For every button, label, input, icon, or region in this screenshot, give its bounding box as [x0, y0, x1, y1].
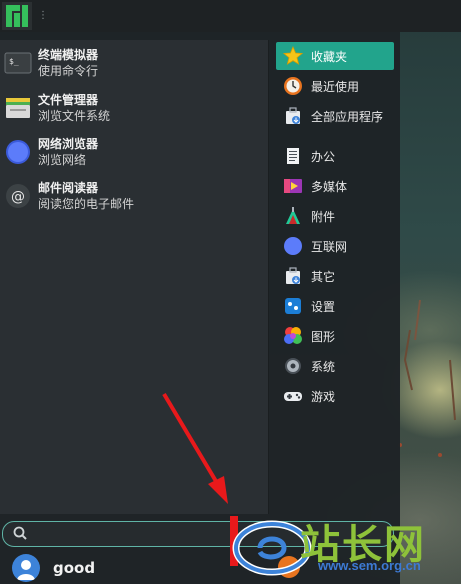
- app-item-file-manager[interactable]: 文件管理器 浏览文件系统: [4, 87, 262, 129]
- internet-icon: [284, 237, 302, 255]
- manjaro-logo-icon: [6, 5, 28, 27]
- category-all-apps[interactable]: 全部应用程序: [276, 102, 394, 130]
- category-favorites[interactable]: 收藏夹: [276, 42, 394, 70]
- category-label: 全部应用程序: [311, 109, 384, 124]
- other-icon: [286, 267, 300, 284]
- app-description: 浏览文件系统: [38, 108, 111, 123]
- category-label: 其它: [311, 269, 336, 284]
- red-arrow-annotation: [162, 392, 228, 504]
- avatar-person-icon: [17, 560, 35, 580]
- svg-text:$_: $_: [9, 57, 19, 66]
- category-label: 系统: [311, 359, 336, 374]
- panel-separator-icon: ⋮: [38, 10, 48, 21]
- category-settings[interactable]: 设置: [276, 292, 394, 320]
- app-item-mail[interactable]: @ 邮件阅读器 阅读您的电子邮件: [4, 175, 262, 217]
- app-description: 阅读您的电子邮件: [38, 196, 135, 211]
- svg-text:@: @: [11, 189, 25, 205]
- category-office[interactable]: 办公: [276, 142, 394, 170]
- app-description: 浏览网络: [38, 152, 87, 167]
- terminal-icon: $_: [4, 52, 32, 74]
- category-label: 最近使用: [311, 79, 360, 94]
- app-name: 文件管理器: [38, 92, 99, 107]
- app-name: 网络浏览器: [38, 136, 99, 151]
- category-label: 附件: [311, 209, 336, 224]
- app-item-web-browser[interactable]: 网络浏览器 浏览网络: [4, 131, 262, 173]
- category-accessories[interactable]: 附件: [276, 202, 394, 230]
- username: good: [53, 559, 96, 577]
- category-internet[interactable]: 互联网: [276, 232, 394, 260]
- graphics-icon: [284, 327, 302, 344]
- recent-icon: [284, 77, 302, 95]
- search-icon: [13, 526, 27, 540]
- star-icon: [283, 46, 303, 65]
- category-label: 办公: [311, 149, 336, 164]
- web-browser-icon: [6, 140, 30, 164]
- category-label: 图形: [311, 329, 336, 344]
- category-multimedia[interactable]: 多媒体: [276, 172, 394, 200]
- app-description: 使用命令行: [38, 63, 99, 78]
- menu-button[interactable]: [2, 2, 32, 30]
- system-icon: [285, 358, 301, 374]
- user-avatar-icon[interactable]: [12, 554, 40, 582]
- app-item-terminal[interactable]: $_ 终端模拟器 使用命令行: [4, 42, 262, 84]
- category-label: 互联网: [311, 239, 348, 254]
- category-graphics[interactable]: 图形: [276, 322, 394, 350]
- category-label: 设置: [311, 299, 336, 314]
- watermark-url: www.sem.org.cn: [318, 558, 421, 573]
- top-panel: ⋮: [0, 0, 461, 32]
- accessories-icon: [286, 207, 300, 224]
- app-name: 终端模拟器: [38, 47, 99, 62]
- mail-icon: @: [6, 184, 30, 208]
- category-games[interactable]: 游戏: [276, 382, 394, 410]
- settings-icon: [285, 298, 301, 314]
- category-label: 游戏: [311, 389, 336, 404]
- file-manager-icon: [6, 98, 30, 118]
- app-name: 邮件阅读器: [38, 180, 99, 195]
- category-other[interactable]: 其它: [276, 262, 394, 290]
- category-recent[interactable]: 最近使用: [276, 72, 394, 100]
- games-icon: [284, 392, 302, 401]
- office-icon: [287, 148, 299, 164]
- category-label: 多媒体: [311, 179, 348, 194]
- category-label: 收藏夹: [311, 49, 348, 64]
- all-apps-icon: [286, 107, 300, 124]
- category-system[interactable]: 系统: [276, 352, 394, 380]
- multimedia-icon: [284, 179, 302, 193]
